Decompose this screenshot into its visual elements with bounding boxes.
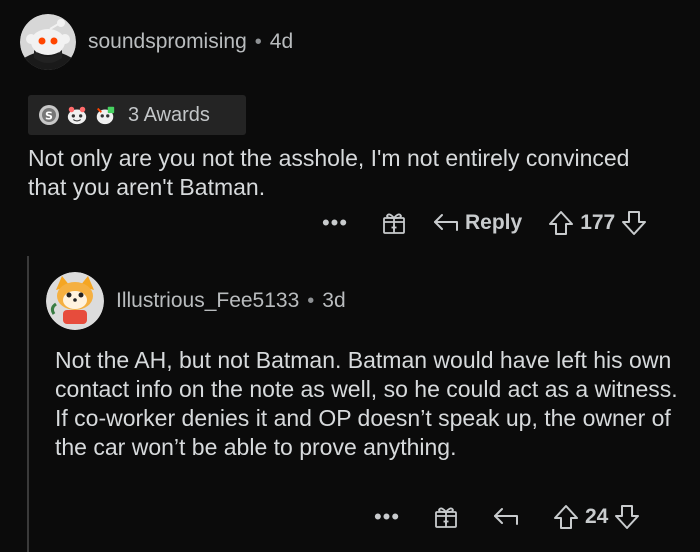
- separator-dot: •: [307, 289, 315, 312]
- downvote-arrow-icon[interactable]: [621, 210, 647, 236]
- vote-score: 24: [585, 505, 609, 528]
- awards-badge[interactable]: S 3 Awards: [28, 95, 246, 135]
- wholesome-award-icon: [66, 104, 88, 126]
- upvote-arrow-icon[interactable]: [548, 210, 574, 236]
- reply-arrow-icon: [433, 212, 459, 234]
- comment-body: Not the AH, but not Batman. Batman would…: [55, 347, 678, 460]
- awards-label: 3 Awards: [128, 103, 210, 126]
- downvote-arrow-icon[interactable]: [614, 504, 640, 530]
- reply-arrow-icon[interactable]: [493, 506, 519, 528]
- username[interactable]: Illustrious_Fee5133: [116, 289, 299, 313]
- reply-button[interactable]: Reply: [433, 211, 522, 235]
- vote-score: 177: [580, 211, 616, 234]
- avatar[interactable]: [20, 14, 76, 70]
- avatar[interactable]: [46, 272, 104, 330]
- gift-award-icon[interactable]: [433, 504, 459, 530]
- svg-text:S: S: [45, 110, 53, 123]
- comment-actions: ••• Reply 177: [315, 210, 647, 236]
- gift-award-icon[interactable]: [381, 210, 407, 236]
- comment-age: 4d: [269, 30, 294, 53]
- thread-line: [27, 256, 29, 552]
- reply-label: Reply: [465, 211, 523, 234]
- helpful-award-icon: [94, 104, 116, 126]
- comment-body: Not only are you not the asshole, I'm no…: [28, 145, 630, 200]
- upvote-arrow-icon[interactable]: [553, 504, 579, 530]
- more-options-button[interactable]: •••: [315, 210, 355, 236]
- comment-header: soundspromising • 4d: [20, 14, 293, 70]
- comment-actions: ••• 24: [367, 504, 640, 530]
- more-options-button[interactable]: •••: [367, 504, 407, 530]
- comment-header: Illustrious_Fee5133 • 3d: [46, 272, 346, 330]
- silver-award-icon: S: [38, 104, 60, 126]
- separator-dot: •: [254, 30, 262, 53]
- username[interactable]: soundspromising: [88, 30, 247, 54]
- comment-age: 3d: [322, 289, 346, 312]
